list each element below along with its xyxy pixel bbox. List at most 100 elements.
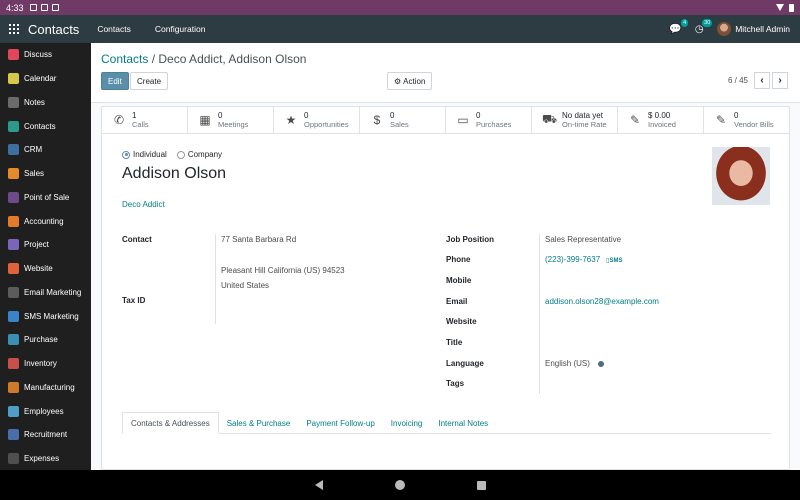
credit-card-icon: ▭ xyxy=(457,113,469,127)
action-button[interactable]: ⚙ Action xyxy=(387,72,433,90)
sidebar-item-label: Discuss xyxy=(24,50,53,60)
user-name: Mitchell Admin xyxy=(735,24,790,34)
smart-button-label: Invoiced xyxy=(648,120,676,129)
sidebar-item-label: Notes xyxy=(24,97,45,107)
activity-clock-icon[interactable]: ◷ 30 xyxy=(693,19,713,35)
form-sheet: ✆ 1 Calls ▦ 0 Meetings ★ 0 Opportunities $0 Sales ▭… xyxy=(101,106,790,470)
smart-button-value: 1 xyxy=(132,111,137,120)
email-link[interactable]: addison.olson28@example.com xyxy=(545,297,659,306)
tab-contacts-addresses[interactable]: Contacts & Addresses xyxy=(122,412,219,434)
sidebar-item-expenses[interactable]: Expenses xyxy=(0,447,91,471)
menu-configuration[interactable]: Configuration xyxy=(155,24,206,34)
sidebar-item-crm[interactable]: CRM xyxy=(0,138,91,162)
phone-icon: ✆ xyxy=(113,113,125,127)
sidebar-item-employees[interactable]: Employees xyxy=(0,399,91,423)
expenses-icon xyxy=(8,453,19,465)
tab-sales-purchase[interactable]: Sales & Purchase xyxy=(219,412,299,434)
sidebar-item-contacts[interactable]: Contacts xyxy=(0,114,91,138)
home-icon[interactable] xyxy=(394,480,405,490)
chevron-left-icon: ‹ xyxy=(760,75,764,86)
smart-button-invoiced[interactable]: ✎ $ 0.00 Invoiced xyxy=(618,107,704,133)
smart-button-label: Opportunities xyxy=(304,120,349,129)
star-icon: ★ xyxy=(285,113,297,127)
app-menu-icon[interactable] xyxy=(0,15,28,43)
app-brand[interactable]: Contacts xyxy=(28,22,79,37)
smart-button-value: 0 xyxy=(304,111,309,120)
radio-company[interactable]: Company xyxy=(176,150,222,159)
sidebar-item-notes[interactable]: Notes xyxy=(0,91,91,115)
sidebar-item-email-marketing[interactable]: Email Marketing xyxy=(0,281,91,305)
chevron-right-icon: › xyxy=(778,75,782,86)
parent-company-link[interactable]: Deco Addict xyxy=(122,200,165,209)
truck-icon: ⛟ xyxy=(542,112,558,126)
phone-link[interactable]: (223)-399-7637 xyxy=(545,255,600,264)
label-tags: Tags xyxy=(446,379,465,388)
smart-button-sales[interactable]: $0 Sales xyxy=(360,107,446,133)
notification-icon xyxy=(40,4,48,11)
label-job-position: Job Position xyxy=(446,235,494,244)
purchase-icon xyxy=(8,334,19,346)
pager-value[interactable]: 6 / 45 xyxy=(728,76,748,85)
smart-button-label: Purchases xyxy=(476,120,512,129)
sidebar-item-label: Website xyxy=(24,264,53,274)
smart-button-calls[interactable]: ✆ 1 Calls xyxy=(102,107,188,133)
create-button[interactable]: Create xyxy=(130,72,169,90)
smart-button-value: No data yet xyxy=(562,111,603,120)
notes-icon xyxy=(8,96,19,108)
smart-button-opportunities[interactable]: ★ 0 Opportunities xyxy=(274,107,360,133)
sidebar-item-calendar[interactable]: Calendar xyxy=(0,67,91,91)
radio-dot xyxy=(176,150,185,159)
job-position-value: Sales Representative xyxy=(545,235,622,244)
edit-icon: ✎ xyxy=(715,113,727,127)
smart-button-meetings[interactable]: ▦ 0 Meetings xyxy=(188,107,274,133)
sidebar-item-discuss[interactable]: Discuss xyxy=(0,43,91,67)
sms-marketing-icon xyxy=(8,310,19,322)
manufacturing-icon xyxy=(8,381,19,393)
smart-button-label: On-time Rate xyxy=(562,120,607,129)
radio-individual[interactable]: Individual xyxy=(122,150,167,159)
dollar-icon: $ xyxy=(373,113,381,127)
sidebar-item-label: Accounting xyxy=(24,216,64,226)
sidebar-item-purchase[interactable]: Purchase xyxy=(0,328,91,352)
pager-previous-button[interactable]: ‹ xyxy=(754,72,770,89)
back-icon[interactable] xyxy=(314,480,323,490)
menu-contacts[interactable]: Contacts xyxy=(97,24,131,34)
phone-value: (223)-399-7637 ▯SMS xyxy=(545,255,622,264)
form-notebook-tabs: Contacts & Addresses Sales & Purchase Pa… xyxy=(122,412,771,434)
sidebar-item-point-of-sale[interactable]: Point of Sale xyxy=(0,186,91,210)
sidebar-item-website[interactable]: Website xyxy=(0,257,91,281)
sms-button[interactable]: ▯SMS xyxy=(606,258,622,264)
sidebar-item-label: Inventory xyxy=(24,359,57,369)
sidebar-item-manufacturing[interactable]: Manufacturing xyxy=(0,376,91,400)
calendar-icon: ▦ xyxy=(199,113,211,127)
sidebar-item-sales[interactable]: Sales xyxy=(0,162,91,186)
sidebar-item-label: Project xyxy=(24,240,49,250)
smart-button-value: 0 xyxy=(218,111,223,120)
avatar xyxy=(717,22,732,36)
tab-payment-follow-up[interactable]: Payment Follow-up xyxy=(298,412,382,434)
smart-button-vendor-bills[interactable]: ✎ 0 Vendor Bills xyxy=(704,107,789,133)
sidebar-item-accounting[interactable]: Accounting xyxy=(0,209,91,233)
email-marketing-icon xyxy=(8,286,19,298)
smart-button-purchases[interactable]: ▭ 0 Purchases xyxy=(446,107,532,133)
discuss-icon xyxy=(8,49,19,61)
recent-apps-icon[interactable] xyxy=(476,480,486,490)
tab-invoicing[interactable]: Invoicing xyxy=(383,412,431,434)
sidebar-item-inventory[interactable]: Inventory xyxy=(0,352,91,376)
label-contact: Contact xyxy=(122,235,152,244)
tab-internal-notes[interactable]: Internal Notes xyxy=(430,412,496,434)
sidebar-item-label: CRM xyxy=(24,145,43,155)
globe-icon[interactable] xyxy=(597,360,604,367)
breadcrumb-contacts-link[interactable]: Contacts xyxy=(101,52,148,66)
user-menu[interactable]: Mitchell Admin xyxy=(717,22,790,36)
sidebar-item-project[interactable]: Project xyxy=(0,233,91,257)
smart-button-box: ✆ 1 Calls ▦ 0 Meetings ★ 0 Opportunities $0 Sales ▭… xyxy=(102,107,789,134)
chat-icon[interactable]: 💬 4 xyxy=(669,19,689,35)
pager-next-button[interactable]: › xyxy=(772,72,788,89)
smart-button-on-time-rate[interactable]: ⛟ No data yet On-time Rate xyxy=(532,107,618,133)
sidebar-item-sms-marketing[interactable]: SMS Marketing xyxy=(0,304,91,328)
partner-photo[interactable] xyxy=(712,147,770,205)
sidebar-item-recruitment[interactable]: Recruitment xyxy=(0,423,91,447)
edit-button[interactable]: Edit xyxy=(101,72,129,90)
label-language: Language xyxy=(446,359,484,368)
